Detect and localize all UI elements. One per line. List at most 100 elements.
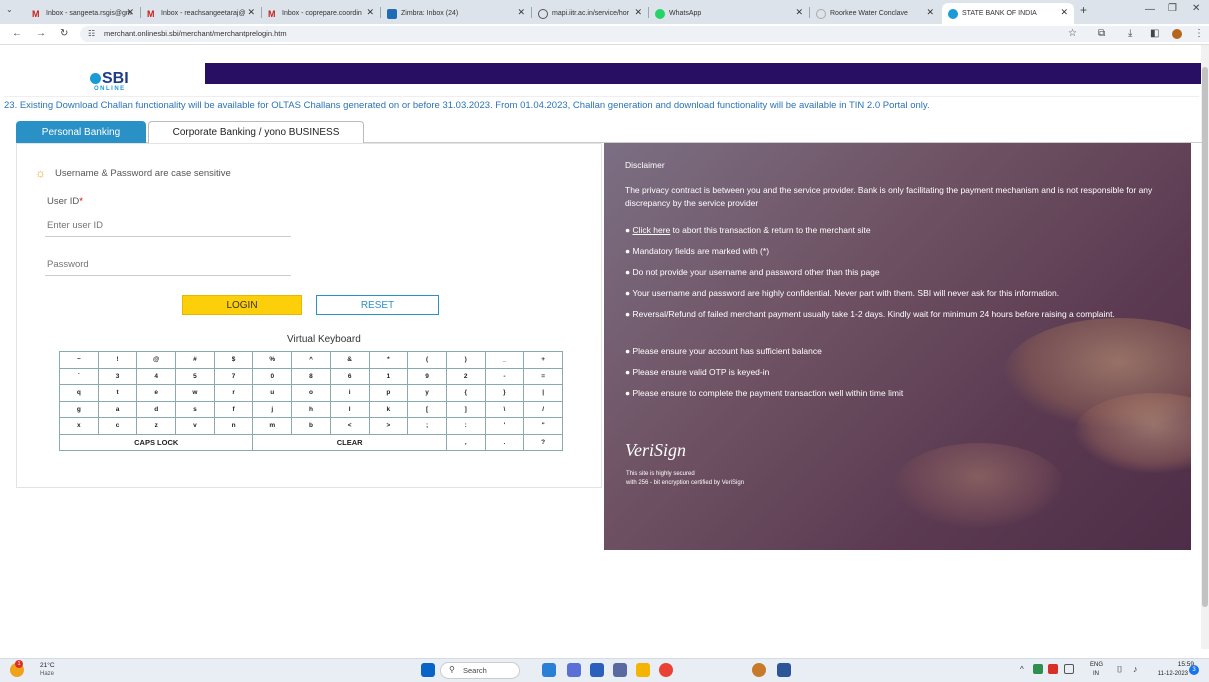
vk-key[interactable]: [ — [407, 400, 447, 418]
tab-search-icon[interactable]: ⌄ — [6, 5, 13, 14]
vk-key[interactable]: ? — [523, 433, 563, 451]
vk-key[interactable]: e — [136, 384, 177, 402]
vk-key[interactable]: 5 — [175, 367, 215, 385]
userid-input[interactable] — [45, 215, 291, 237]
file-explorer-icon[interactable] — [636, 663, 650, 677]
notification-badge[interactable]: 3 — [1189, 665, 1199, 675]
browser-tab-5[interactable]: mapi.iitr.ac.in/service/hor ✕ — [532, 3, 648, 24]
vk-key[interactable]: : — [445, 417, 486, 435]
browser-tab-3[interactable]: M Inbox - coprepare.coordin ✕ — [262, 3, 380, 24]
vk-key[interactable]: h — [291, 400, 331, 418]
volume-icon[interactable]: ♪ — [1133, 664, 1138, 674]
vk-key[interactable]: ` — [59, 367, 99, 385]
vk-key[interactable]: > — [368, 417, 409, 435]
vk-key[interactable]: s — [175, 400, 215, 418]
chrome-icon[interactable] — [659, 663, 673, 677]
vk-key[interactable]: " — [523, 417, 563, 435]
chrome-profile-icon[interactable] — [752, 663, 766, 677]
vk-key[interactable]: 4 — [136, 367, 177, 385]
task-view-icon[interactable] — [567, 663, 581, 677]
app-icon[interactable] — [613, 663, 627, 677]
tab-personal-banking[interactable]: Personal Banking — [16, 121, 146, 143]
vk-key[interactable]: p — [368, 384, 409, 402]
vk-key[interactable]: y — [407, 384, 447, 402]
close-tab-icon[interactable]: ✕ — [517, 7, 525, 18]
tray-overflow-icon[interactable]: ^ — [1020, 665, 1024, 674]
password-input[interactable] — [45, 254, 291, 276]
vk-key[interactable]: m — [252, 417, 293, 435]
vk-key[interactable]: c — [97, 417, 138, 435]
bookmark-star-icon[interactable]: ☆ — [1068, 28, 1077, 39]
sidebar-icon[interactable]: ◧ — [1150, 28, 1159, 39]
browser-tab-7[interactable]: Roorkee Water Conclave ✕ — [810, 3, 940, 24]
vk-key[interactable]: & — [329, 351, 370, 369]
vk-key[interactable]: t — [97, 384, 138, 402]
word-icon[interactable] — [777, 663, 791, 677]
vk-key[interactable]: @ — [136, 351, 177, 369]
vk-key[interactable]: \ — [484, 400, 525, 418]
vk-key[interactable]: j — [252, 400, 293, 418]
vk-key[interactable]: 9 — [407, 367, 447, 385]
vk-key[interactable]: { — [445, 384, 486, 402]
extensions-icon[interactable]: ⧉ — [1098, 28, 1105, 39]
vk-key[interactable]: 2 — [445, 367, 486, 385]
vk-key[interactable]: k — [368, 400, 409, 418]
vk-key[interactable]: ! — [97, 351, 138, 369]
vk-key[interactable]: ~ — [59, 351, 99, 369]
vk-key[interactable]: x — [59, 417, 99, 435]
vk-key[interactable]: , — [445, 433, 486, 451]
login-button[interactable]: LOGIN — [182, 295, 302, 315]
click-here-link[interactable]: Click here — [633, 225, 671, 235]
taskbar-search[interactable]: ⚲ Search — [440, 662, 520, 679]
close-tab-icon[interactable]: ✕ — [634, 7, 642, 18]
profile-avatar[interactable] — [1172, 29, 1182, 39]
site-settings-icon[interactable]: ☷ — [88, 29, 95, 38]
back-icon[interactable]: ← — [12, 28, 22, 39]
vk-key[interactable]: . — [484, 433, 525, 451]
tray-app-icon[interactable] — [1048, 664, 1058, 674]
vk-key[interactable]: ' — [484, 417, 525, 435]
vk-key[interactable]: | — [523, 384, 563, 402]
vk-key[interactable]: 6 — [329, 367, 370, 385]
vk-clear-key[interactable]: CLEAR — [252, 433, 447, 451]
vk-key[interactable]: < — [329, 417, 370, 435]
close-tab-icon[interactable]: ✕ — [795, 7, 803, 18]
vertical-scrollbar[interactable] — [1201, 45, 1209, 649]
reset-button[interactable]: RESET — [316, 295, 439, 315]
vk-key[interactable]: d — [136, 400, 177, 418]
close-tab-icon[interactable]: ✕ — [1060, 7, 1068, 18]
vk-key[interactable]: 3 — [97, 367, 138, 385]
close-tab-icon[interactable]: ✕ — [926, 7, 934, 18]
vk-key[interactable]: % — [252, 351, 293, 369]
start-icon[interactable] — [421, 663, 435, 677]
vk-key[interactable]: 8 — [291, 367, 331, 385]
reload-icon[interactable]: ↻ — [60, 28, 68, 39]
vk-key[interactable]: b — [291, 417, 331, 435]
close-tab-icon[interactable]: ✕ — [247, 7, 255, 18]
forward-icon[interactable]: → — [36, 28, 46, 39]
vk-key[interactable]: i — [329, 384, 370, 402]
browser-tab-active[interactable]: STATE BANK OF INDIA ✕ — [942, 3, 1074, 24]
close-tab-icon[interactable]: ✕ — [366, 7, 374, 18]
menu-icon[interactable]: ⋮ — [1194, 28, 1204, 39]
vk-key[interactable]: ; — [407, 417, 447, 435]
vk-key[interactable]: $ — [213, 351, 254, 369]
vk-key[interactable]: 0 — [252, 367, 293, 385]
vk-key[interactable]: } — [484, 384, 525, 402]
vk-key[interactable]: g — [59, 400, 99, 418]
restore-icon[interactable]: ❐ — [1168, 3, 1177, 14]
tray-app-icon[interactable] — [1033, 664, 1043, 674]
vk-key[interactable]: ) — [445, 351, 486, 369]
tray-app-icon[interactable] — [1064, 664, 1074, 674]
download-icon[interactable]: ⤓ — [1128, 28, 1132, 39]
vk-key[interactable]: v — [175, 417, 215, 435]
vk-key[interactable]: 7 — [213, 367, 254, 385]
teams-icon[interactable] — [590, 663, 604, 677]
close-tab-icon[interactable]: ✕ — [126, 7, 134, 18]
network-icon[interactable]: ⌷ — [1117, 664, 1122, 675]
vk-key[interactable]: + — [523, 351, 563, 369]
sbi-logo[interactable]: SBI ONLINE — [86, 70, 136, 98]
vk-key[interactable]: u — [252, 384, 293, 402]
browser-tab-1[interactable]: M Inbox - sangeeta.rsgis@gm ✕ — [26, 3, 140, 24]
vk-key[interactable]: l — [329, 400, 370, 418]
